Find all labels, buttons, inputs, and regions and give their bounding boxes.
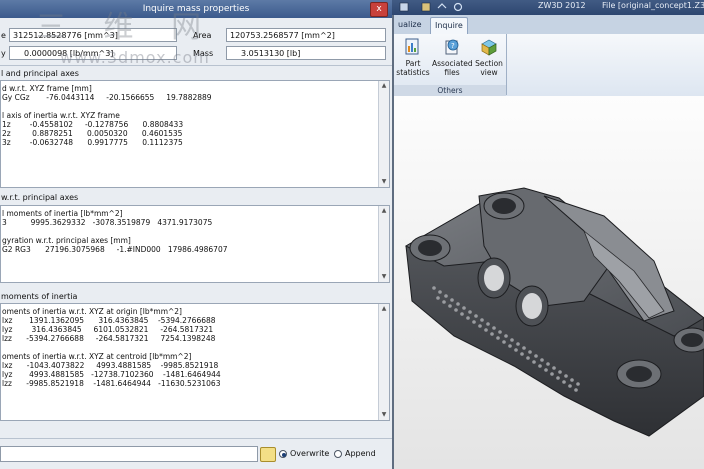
scroll-up-icon[interactable]: ▲: [379, 81, 389, 91]
associated-files-button[interactable]: ? Associated files: [432, 37, 473, 77]
append-radio[interactable]: [334, 450, 342, 458]
scroll-down-icon[interactable]: ▼: [379, 177, 389, 187]
scroll-up-icon[interactable]: ▲: [379, 206, 389, 216]
pane-line: gyration w.r.t. principal axes [mm]: [2, 236, 131, 245]
section-view-icon: [479, 37, 499, 57]
scroll-down-icon[interactable]: ▼: [379, 272, 389, 282]
file-title: File [original_concept1.Z3]: [602, 1, 704, 10]
append-label: Append: [345, 449, 376, 458]
pane-line: lxz 1391.1362095 316.4363845 -5394.27666…: [2, 316, 216, 325]
associated-files-icon: ?: [442, 37, 462, 57]
pane-line: 2z 0.8878251 0.0050320 0.4601535: [2, 129, 183, 138]
pane-line: lzz -9985.8521918 -1481.6464944 -11630.5…: [2, 379, 221, 388]
svg-text:?: ?: [451, 42, 455, 50]
watermark-url: www.3dmox.com: [60, 48, 210, 67]
cad-part-model: [404, 187, 704, 437]
pane-line: lxz -1043.4073822 4993.4881585 -9985.852…: [2, 361, 219, 370]
pane-line: 1z -0.4558102 -0.1278756 0.8808433: [2, 120, 184, 129]
vertical-scrollbar[interactable]: ▲ ▼: [378, 206, 389, 282]
pane-line: lyz 316.4363845 6101.0532821 -264.581732…: [2, 325, 214, 334]
pane-line: lyz 4993.4881585 -12738.7102360 -1481.64…: [2, 370, 221, 379]
overwrite-radio[interactable]: [279, 450, 287, 458]
section-view-button[interactable]: Section view: [472, 37, 506, 77]
pane-line: G2 RG3 27196.3075968 -1.#IND000 17986.49…: [2, 245, 228, 254]
section-title-principal-axes: l and principal axes: [1, 69, 79, 78]
browse-folder-icon[interactable]: [260, 447, 276, 462]
section-title-moments: moments of inertia: [1, 292, 78, 301]
pane-line: l axis of inertia w.r.t. XYZ frame: [2, 111, 120, 120]
vertical-scrollbar[interactable]: ▲ ▼: [378, 81, 389, 187]
pane-line: lzz -5394.2766688 -264.5817321 7254.1398…: [2, 334, 216, 343]
density-label: y: [1, 49, 6, 58]
centroid-axes-pane[interactable]: d w.r.t. XYZ frame [mm] Gy CGz -76.04431…: [0, 80, 390, 188]
tab-visualize[interactable]: ualize: [394, 17, 426, 34]
group-label-others: Others: [394, 85, 506, 96]
pane-line: oments of inertia w.r.t. XYZ at origin […: [2, 307, 182, 316]
watermark-logo: 三 维 网: [36, 10, 216, 45]
pane-line: oments of inertia w.r.t. XYZ at centroid…: [2, 352, 192, 361]
volume-label: e: [1, 31, 6, 40]
part-statistics-button[interactable]: Part statistics: [395, 37, 431, 77]
button-label: Associated: [432, 59, 473, 68]
divider: [0, 438, 392, 439]
button-label: files: [444, 68, 460, 77]
part-statistics-icon: [403, 37, 423, 57]
scroll-up-icon[interactable]: ▲: [379, 304, 389, 314]
pane-line: d w.r.t. XYZ frame [mm]: [2, 84, 92, 93]
quick-access-icons[interactable]: [398, 2, 468, 12]
vertical-scrollbar[interactable]: ▲ ▼: [378, 304, 389, 420]
moments-of-inertia-pane[interactable]: oments of inertia w.r.t. XYZ at origin […: [0, 303, 390, 421]
ribbon-tab-bar: ualize Inquire: [394, 15, 704, 35]
area-field[interactable]: 120753.2568577 [mm^2]: [226, 28, 386, 42]
app-title-bar: ZW3D 2012 File [original_concept1.Z3]: [392, 0, 704, 15]
pane-line: 3 9995.3629332 -3078.3519879 4371.917307…: [2, 218, 213, 227]
mass-properties-dialog: Inquire mass properties x e 312512.85287…: [0, 0, 394, 469]
button-label: Part: [405, 59, 421, 68]
button-label: Section: [475, 59, 503, 68]
pane-line: 3z -0.0632748 0.9917775 0.1112375: [2, 138, 183, 147]
section-title-principal: w.r.t. principal axes: [1, 193, 79, 202]
app-title: ZW3D 2012: [538, 1, 586, 10]
tab-inquire[interactable]: Inquire: [430, 17, 468, 35]
scroll-down-icon[interactable]: ▼: [379, 410, 389, 420]
3d-viewport[interactable]: [394, 96, 704, 469]
mass-field[interactable]: 3.0513130 [lb]: [226, 46, 386, 60]
pane-line: Gy CGz -76.0443114 -20.1566655 19.788288…: [2, 93, 212, 102]
pane-line: l moments of inertia [lb*mm^2]: [2, 209, 123, 218]
button-label: view: [480, 68, 498, 77]
output-file-input[interactable]: [0, 446, 258, 462]
overwrite-label: Overwrite: [290, 449, 330, 458]
button-label: statistics: [396, 68, 430, 77]
close-button[interactable]: x: [370, 2, 388, 17]
principal-moments-pane[interactable]: l moments of inertia [lb*mm^2] 3 9995.36…: [0, 205, 390, 283]
